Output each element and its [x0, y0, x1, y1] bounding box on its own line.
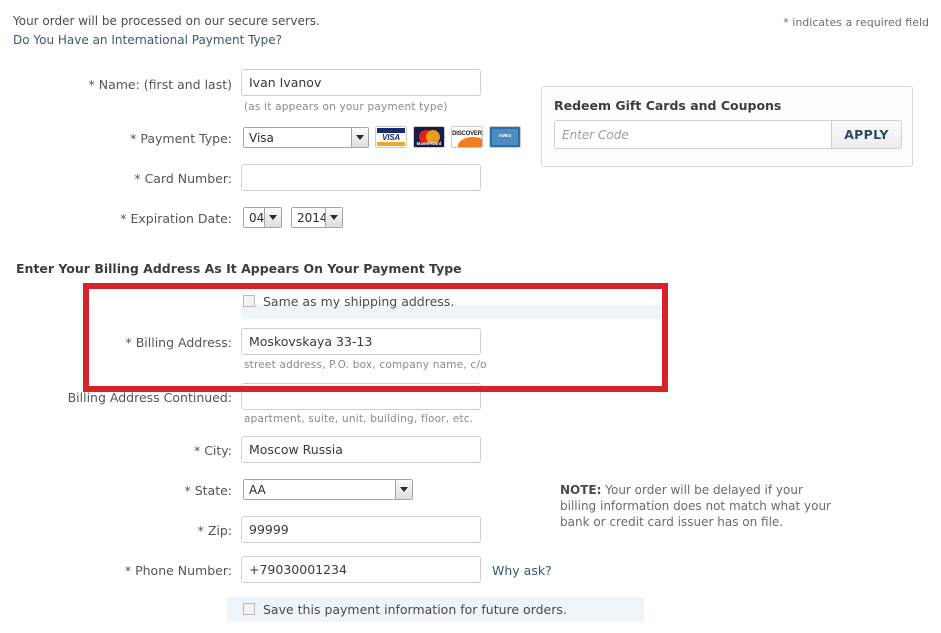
- expiration-month-value: 04: [249, 210, 264, 225]
- visa-card-icon: VISA: [375, 126, 407, 148]
- billing-address-continued-input[interactable]: [241, 383, 481, 410]
- expiration-month-select[interactable]: 04: [243, 207, 282, 228]
- payment-type-label: * Payment Type:: [130, 131, 232, 146]
- billing-note-text: Your order will be delayed if your billi…: [560, 483, 831, 529]
- apply-gift-code-button[interactable]: APPLY: [831, 120, 902, 149]
- required-field-note: * indicates a required field: [783, 16, 929, 29]
- payment-type-value: Visa: [249, 130, 274, 145]
- save-payment-label: Save this payment information for future…: [263, 602, 567, 617]
- billing-address-input[interactable]: [241, 328, 481, 355]
- gift-code-input[interactable]: [554, 120, 831, 149]
- international-payment-link[interactable]: Do You Have an International Payment Typ…: [13, 31, 282, 49]
- save-payment-checkbox[interactable]: [243, 603, 255, 615]
- expiration-year-select[interactable]: 2014: [291, 207, 343, 228]
- chevron-down-icon: [264, 208, 281, 227]
- billing-address-hint: street address, P.O. box, company name, …: [244, 359, 487, 371]
- mastercard-card-icon: MasterCard: [413, 126, 445, 148]
- billing-section-heading: Enter Your Billing Address As It Appears…: [16, 261, 462, 276]
- name-hint: (as it appears on your payment type): [244, 101, 448, 113]
- amex-card-icon: AMEX: [489, 126, 521, 148]
- payment-type-select[interactable]: Visa: [243, 127, 369, 148]
- phone-number-label: * Phone Number:: [124, 563, 232, 578]
- card-number-input[interactable]: [241, 164, 481, 191]
- discover-card-icon: DISCOVER: [451, 126, 483, 148]
- city-input[interactable]: [241, 436, 481, 463]
- expiration-date-label: * Expiration Date:: [120, 211, 232, 226]
- gift-card-title: Redeem Gift Cards and Coupons: [554, 98, 782, 113]
- same-as-shipping-label: Same as my shipping address.: [263, 294, 455, 309]
- state-select[interactable]: AA: [243, 479, 413, 500]
- billing-address-continued-hint: apartment, suite, unit, building, floor,…: [244, 413, 474, 425]
- chevron-down-icon: [395, 480, 412, 499]
- chevron-down-icon: [351, 128, 368, 147]
- payment-page: Your order will be processed on our secu…: [0, 0, 941, 633]
- zip-input[interactable]: [241, 516, 481, 543]
- state-value: AA: [249, 482, 266, 497]
- name-input[interactable]: [241, 69, 481, 96]
- phone-number-input[interactable]: [241, 556, 481, 583]
- why-ask-link[interactable]: Why ask?: [492, 563, 552, 578]
- gift-card-panel: Redeem Gift Cards and Coupons APPLY: [541, 86, 913, 167]
- billing-address-label: * Billing Address:: [125, 335, 232, 350]
- accepted-cards: VISA MasterCard DISCOVER AMEX: [375, 126, 521, 148]
- billing-address-continued-label: Billing Address Continued:: [67, 390, 232, 405]
- city-label: * City:: [193, 443, 232, 458]
- state-label: * State:: [184, 483, 232, 498]
- chevron-down-icon: [325, 208, 342, 227]
- name-label: * Name: (first and last): [88, 77, 232, 92]
- same-as-shipping-checkbox[interactable]: [243, 295, 255, 307]
- billing-note-prefix: NOTE:: [560, 483, 602, 497]
- card-number-label: * Card Number:: [134, 171, 232, 186]
- secure-server-notice: Your order will be processed on our secu…: [13, 14, 320, 28]
- billing-note: NOTE: Your order will be delayed if your…: [560, 482, 840, 530]
- expiration-year-value: 2014: [297, 210, 325, 225]
- zip-label: * Zip:: [197, 523, 232, 538]
